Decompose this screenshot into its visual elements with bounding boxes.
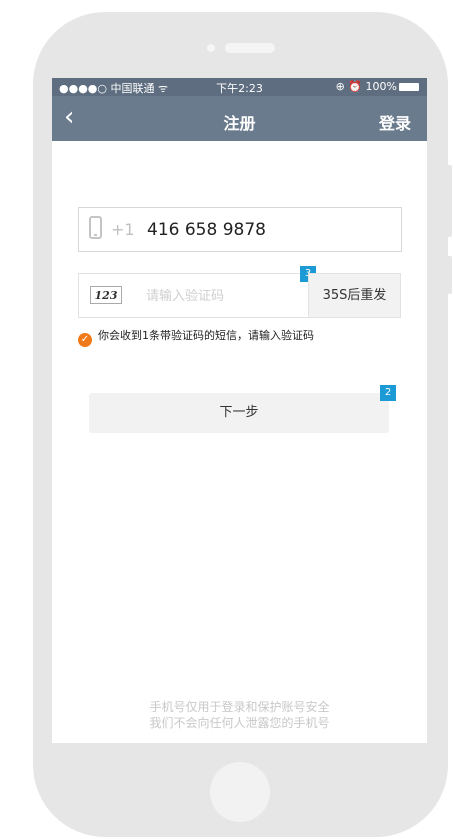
status-bar: ●●●●○ 中国联通 ᯤ 下午2:23 ⊕ ⏰ 100% xyxy=(52,78,427,96)
phone-number-value[interactable]: 416 658 9878 xyxy=(147,220,266,240)
privacy-note: 手机号仅用于登录和保护账号安全 我们不会向任何人泄露您的手机号 xyxy=(52,699,427,731)
page-title: 注册 xyxy=(223,114,256,133)
nav-bar: ‹ 注册 登录 xyxy=(52,96,427,141)
battery-icon xyxy=(399,83,419,91)
earpiece-speaker xyxy=(225,43,275,53)
front-sensor xyxy=(207,44,215,52)
status-right: ⊕ ⏰ 100% xyxy=(336,80,419,93)
side-button-top xyxy=(446,165,452,237)
verification-code-field[interactable]: 123 xyxy=(78,273,309,318)
step-badge-2: 2 xyxy=(380,385,396,401)
verification-code-input[interactable] xyxy=(146,286,296,306)
screen: ●●●●○ 中国联通 ᯤ 下午2:23 ⊕ ⏰ 100% ‹ 注册 登录 +1 … xyxy=(52,78,427,743)
resend-button[interactable]: 35S后重发 xyxy=(308,273,401,318)
country-code[interactable]: +1 xyxy=(111,220,135,239)
mobile-phone-icon xyxy=(89,216,102,239)
captcha-image[interactable]: 123 xyxy=(90,286,122,304)
home-button[interactable] xyxy=(210,762,270,822)
login-link[interactable]: 登录 xyxy=(379,110,411,134)
privacy-note-line1: 手机号仅用于登录和保护账号安全 xyxy=(149,700,330,714)
privacy-note-line2: 我们不会向任何人泄露您的手机号 xyxy=(149,716,330,730)
phone-number-field[interactable]: +1 416 658 9878 xyxy=(78,207,402,252)
sms-hint: ✓ 你会收到1条带验证码的短信，请输入验证码 xyxy=(78,327,314,347)
side-button-bottom xyxy=(446,256,452,294)
next-step-button[interactable]: 下一步 xyxy=(89,393,389,433)
check-circle-icon: ✓ xyxy=(78,333,92,347)
